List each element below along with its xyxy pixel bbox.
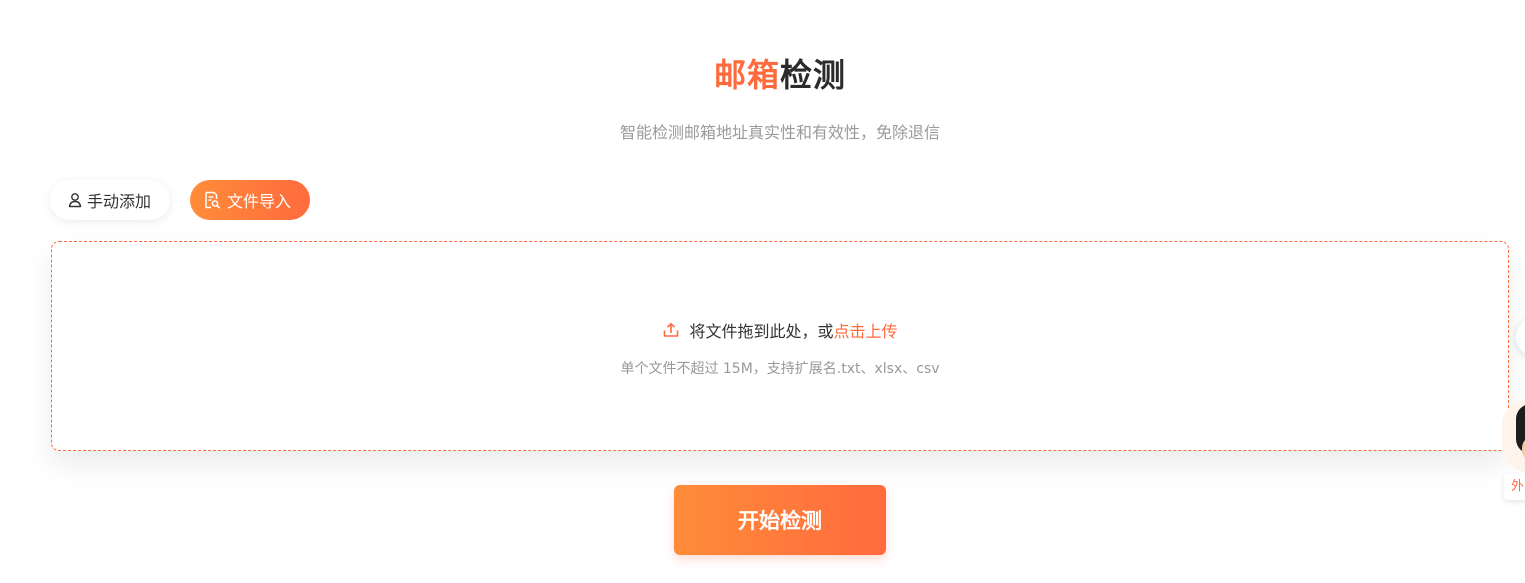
tab-manual-add-label: 手动添加	[87, 192, 152, 211]
avatar-icon[interactable]	[1502, 400, 1525, 472]
upload-icon	[662, 321, 680, 339]
page-title: 邮箱检测	[0, 50, 1525, 96]
email-check-page: 邮箱检测 智能检测邮箱地址真实性和有效性，免除退信 手动添加 文件导入 将文件拖…	[0, 0, 1525, 583]
floating-action-button[interactable]	[1516, 317, 1525, 357]
tab-file-import-label: 文件导入	[227, 192, 292, 211]
tab-file-import[interactable]: 文件导入	[190, 180, 310, 220]
page-title-rest: 检测	[780, 56, 847, 94]
file-dropzone[interactable]: 将文件拖到此处，或 点击上传 单个文件不超过 15M，支持扩展名.txt、xlsx…	[51, 241, 1509, 451]
dropzone-instruction: 将文件拖到此处，或 点击上传	[52, 318, 1508, 342]
upload-link[interactable]: 点击上传	[834, 318, 898, 342]
file-search-icon	[203, 191, 221, 209]
page-subtitle: 智能检测邮箱地址真实性和有效性，免除退信	[619, 123, 940, 142]
page-title-accent: 邮箱	[713, 56, 780, 94]
floating-service-label[interactable]: 外	[1504, 474, 1525, 500]
user-icon	[67, 192, 83, 208]
dropzone-hint: 单个文件不超过 15M，支持扩展名.txt、xlsx、csv	[620, 361, 940, 377]
start-check-button[interactable]: 开始检测	[674, 485, 886, 555]
tab-manual-add[interactable]: 手动添加	[50, 180, 170, 220]
dropzone-text: 将文件拖到此处，或	[689, 322, 834, 341]
